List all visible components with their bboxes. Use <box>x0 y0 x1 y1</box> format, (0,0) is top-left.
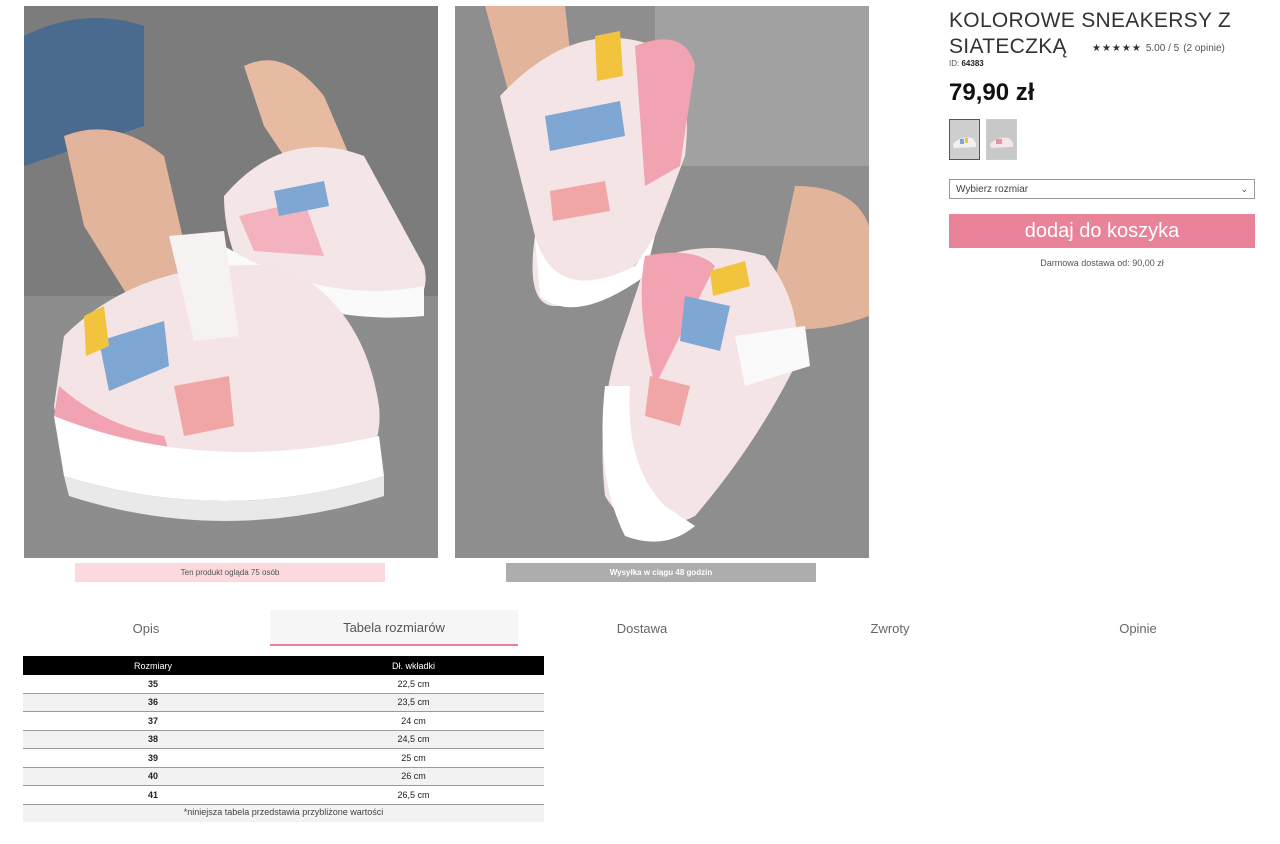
size-cell: 36 <box>23 693 283 712</box>
table-row: 35 22,5 cm <box>23 675 544 694</box>
size-cell: 41 <box>23 785 283 805</box>
insole-length-cell: 26 cm <box>283 767 544 786</box>
table-row: 38 24,5 cm <box>23 730 544 749</box>
size-table-header-insole: Dł. wkładki <box>283 656 544 675</box>
size-cell: 37 <box>23 711 283 731</box>
sneaker-photo-illustration <box>24 6 438 558</box>
rating-count-link[interactable]: (2 opinie) <box>1183 43 1225 54</box>
product-price: 79,90 zł <box>949 79 1035 106</box>
size-table-footnote: *niniejsza tabela przedstawia przybliżon… <box>23 805 544 822</box>
size-cell: 40 <box>23 767 283 786</box>
table-row: 40 26 cm <box>23 767 544 786</box>
insole-length-cell: 24 cm <box>283 711 544 731</box>
tab-opis[interactable]: Opis <box>22 610 270 646</box>
product-photo-2[interactable] <box>455 6 869 558</box>
viewers-count-banner: Ten produkt ogląda 75 osób <box>75 563 385 582</box>
tab-zwroty[interactable]: Zwroty <box>766 610 1014 646</box>
chevron-down-icon: ⌄ <box>1240 183 1248 194</box>
tab-dostawa[interactable]: Dostawa <box>518 610 766 646</box>
product-id-value: 64383 <box>961 59 984 68</box>
rating-stars-icon: ★★★★★ <box>1092 43 1142 54</box>
product-photo-1[interactable] <box>24 6 438 558</box>
size-select-placeholder: Wybierz rozmiar <box>956 183 1029 195</box>
color-variant-swatch-1[interactable] <box>949 119 980 160</box>
product-id: ID: 64383 <box>949 59 984 68</box>
rating-value: 5.00 / 5 <box>1145 43 1180 54</box>
table-row: 41 26,5 cm <box>23 785 544 805</box>
shipping-time-banner: Wysyłka w ciągu 48 godzin <box>506 563 816 582</box>
insole-length-cell: 24,5 cm <box>283 730 544 749</box>
tab-tabela-rozmiarow[interactable]: Tabela rozmiarów <box>270 610 518 646</box>
table-row: 37 24 cm <box>23 711 544 731</box>
size-cell: 39 <box>23 748 283 768</box>
table-row: 36 23,5 cm <box>23 693 544 712</box>
product-tabs: Opis Tabela rozmiarów Dostawa Zwroty Opi… <box>22 610 1262 646</box>
free-shipping-note: Darmowa dostawa od: 90,00 zł <box>1040 258 1164 268</box>
size-table-header-row: Rozmiary Dł. wkładki <box>23 656 544 675</box>
size-table-header-size: Rozmiary <box>23 656 283 675</box>
color-variant-swatch-2[interactable] <box>986 119 1017 160</box>
tab-opinie[interactable]: Opinie <box>1014 610 1262 646</box>
insole-length-cell: 25 cm <box>283 748 544 768</box>
table-row: 39 25 cm <box>23 748 544 768</box>
sneaker-photo-illustration <box>455 6 869 558</box>
product-rating[interactable]: ★★★★★ 5.00 / 5 (2 opinie) <box>1092 43 1225 54</box>
size-cell: 38 <box>23 730 283 749</box>
sneaker-thumbnail-icon <box>987 120 1016 159</box>
size-select[interactable]: Wybierz rozmiar ⌄ <box>949 179 1255 199</box>
product-id-label: ID: <box>949 59 960 68</box>
add-to-cart-button[interactable]: dodaj do koszyka <box>949 214 1255 248</box>
insole-length-cell: 22,5 cm <box>283 675 544 694</box>
insole-length-cell: 26,5 cm <box>283 785 544 805</box>
insole-length-cell: 23,5 cm <box>283 693 544 712</box>
size-table: Rozmiary Dł. wkładki 35 22,5 cm 36 23,5 … <box>23 656 544 805</box>
sneaker-thumbnail-icon <box>950 120 979 159</box>
size-cell: 35 <box>23 675 283 694</box>
